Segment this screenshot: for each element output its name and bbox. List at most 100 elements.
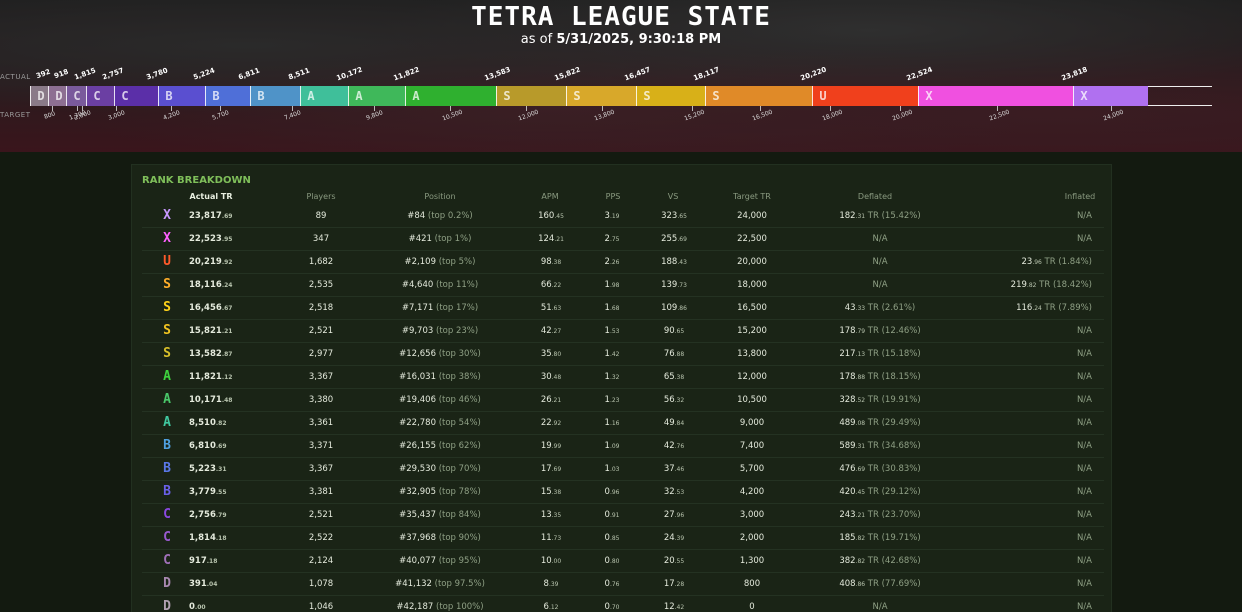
rank-icon: B: [163, 461, 171, 476]
pps: 0.70: [597, 602, 627, 612]
apm: 10.00: [531, 556, 571, 566]
cell-value: 139: [661, 280, 678, 290]
cell-decimal: .13: [855, 351, 866, 358]
players: 2,521: [308, 326, 334, 336]
position: #32,905 (top 78%): [390, 487, 490, 497]
position-rank: #12,656: [399, 349, 439, 359]
apm: 66.22: [531, 280, 571, 290]
inflated-value: N/A: [1077, 441, 1092, 451]
inflated: N/A: [980, 418, 1092, 428]
apm: 160.45: [531, 211, 571, 221]
position: #7,171 (top 17%): [390, 303, 490, 313]
target-tick: [82, 106, 83, 111]
cell-decimal: .80: [551, 351, 562, 358]
players: 3,367: [308, 464, 334, 474]
rank-bar-segment: S: [636, 86, 705, 106]
cell-value: 20,219: [189, 257, 222, 267]
target-tr: 20,000: [737, 257, 767, 267]
target-tick: [900, 106, 901, 111]
panel-title: RANK BREAKDOWN: [142, 175, 251, 186]
target-tr: 3,000: [739, 510, 765, 520]
cell-value: 178: [839, 372, 856, 382]
cell-decimal: .18: [215, 535, 227, 542]
vs: 188.43: [654, 257, 694, 267]
cell-value: N/A: [1076, 234, 1092, 244]
cell-decimal: .28: [674, 581, 685, 588]
cell-value: 22,523: [189, 234, 222, 244]
cell-decimal: .55: [674, 558, 685, 565]
target-tr: 5,700: [739, 464, 765, 474]
table-row: S 15,821.21 2,521 #9,703 (top 23%) 42.27 1.53…: [142, 320, 1104, 343]
cell-value: 217: [839, 349, 856, 359]
deflated-value: 185.82: [839, 533, 865, 543]
position: #35,437 (top 84%): [390, 510, 490, 520]
cell-decimal: .91: [609, 512, 620, 519]
rank-icon: A: [163, 415, 171, 430]
column-header: Deflated: [857, 192, 893, 201]
position-percent: (top 84%): [438, 510, 481, 520]
column-header: Actual TR: [189, 192, 233, 201]
actual-tick-label: 5,224: [192, 66, 216, 82]
deflated: 43.33 TR (2.61%): [825, 303, 935, 313]
deflated: N/A: [825, 257, 935, 267]
cell-value: N/A: [1076, 349, 1092, 359]
cell-value: 10,171: [189, 395, 222, 405]
cell-value: 90: [663, 326, 675, 336]
column-header: Target TR: [733, 192, 771, 201]
cell-value: 49: [663, 418, 675, 428]
cell-decimal: .31: [855, 443, 866, 450]
vs: 49.84: [654, 418, 694, 428]
inflated-value: 219.82: [1011, 280, 1037, 290]
target-tr: 15,200: [737, 326, 767, 336]
inflated-percent: TR (1.84%): [1041, 257, 1092, 267]
position-percent: (top 46%): [438, 395, 481, 405]
pps: 1.68: [597, 303, 627, 313]
inflated-value: N/A: [1077, 372, 1092, 382]
deflated-percent: TR (30.83%): [865, 464, 921, 474]
cell-value: N/A: [1076, 464, 1092, 474]
position: #41,132 (top 97.5%): [390, 579, 490, 589]
deflated: 589.31 TR (34.68%): [825, 441, 935, 451]
actual-tr: 11,821.12: [189, 372, 232, 382]
vs: 27.96: [654, 510, 694, 520]
cell-decimal: .73: [551, 535, 562, 542]
players: 3,371: [308, 441, 334, 451]
target-tr: 12,000: [737, 372, 767, 382]
cell-value: 243: [839, 510, 856, 520]
pps: 2.75: [597, 234, 627, 244]
deflated-value: 178.88: [839, 372, 865, 382]
actual-tick-label: 20,220: [799, 65, 828, 83]
rank-icon: S: [712, 89, 720, 103]
inflated-value: N/A: [1077, 395, 1092, 405]
deflated-value: 328.52: [839, 395, 865, 405]
deflated-value: 43.33: [845, 303, 865, 313]
position-rank: #9,703: [401, 326, 436, 336]
position: #4,640 (top 11%): [390, 280, 490, 290]
target-tick-label: 13,800: [593, 108, 616, 123]
position-percent: (top 97.5%): [434, 579, 485, 589]
rank-bar-segment: B: [250, 86, 300, 106]
cell-decimal: .38: [674, 374, 685, 381]
players: 2,518: [308, 303, 334, 313]
rank-icon: C: [93, 89, 101, 103]
rank-icon: A: [412, 89, 420, 103]
cell-value: 20: [663, 556, 675, 566]
cell-value: 17: [540, 464, 552, 474]
deflated: 476.69 TR (30.83%): [825, 464, 935, 474]
table-row: S 16,456.67 2,518 #7,171 (top 17%) 51.63 1.68…: [142, 297, 1104, 320]
rank-bar-segment: D: [30, 86, 48, 106]
actual-tick-label: 23,818: [1060, 65, 1089, 83]
cell-value: 391: [189, 579, 207, 589]
cell-decimal: .79: [855, 328, 866, 335]
actual-tick-label: 918: [53, 67, 70, 81]
position: #40,077 (top 95%): [390, 556, 490, 566]
deflated-percent: TR (15.18%): [865, 349, 921, 359]
deflated: 328.52 TR (19.91%): [825, 395, 935, 405]
position-rank: #2,109: [404, 257, 439, 267]
position-percent: (top 100%): [436, 602, 484, 612]
inflated: N/A: [980, 326, 1092, 336]
vs: 24.39: [654, 533, 694, 543]
cell-decimal: .76: [609, 581, 620, 588]
deflated: 182.31 TR (15.42%): [825, 211, 935, 221]
rank-icon: S: [163, 346, 171, 361]
